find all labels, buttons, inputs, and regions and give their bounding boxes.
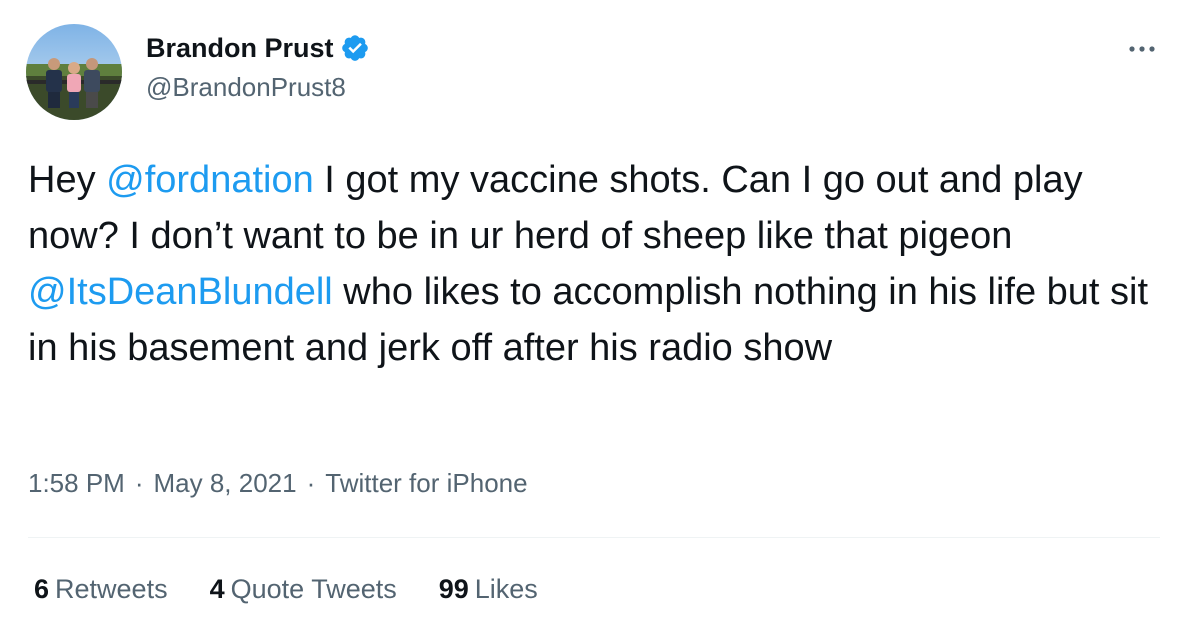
- engagement-stats: 6 Retweets 4 Quote Tweets 99 Likes: [34, 574, 580, 605]
- mention-link-fordnation[interactable]: @fordnation: [106, 159, 314, 201]
- quote-tweets-stat[interactable]: 4 Quote Tweets: [210, 574, 397, 605]
- meta-separator: ·: [134, 468, 144, 498]
- divider: [28, 537, 1160, 538]
- quote-tweets-count: 4: [209, 574, 225, 604]
- quote-tweets-label: Quote Tweets: [230, 574, 397, 604]
- likes-label: Likes: [474, 574, 538, 604]
- retweets-stat[interactable]: 6 Retweets: [34, 574, 168, 605]
- handle[interactable]: @BrandonPrust8: [146, 72, 370, 103]
- retweets-count: 6: [34, 574, 50, 604]
- mention-link-itsdeanblundell[interactable]: @ItsDeanBlundell: [28, 271, 333, 313]
- tweet-source[interactable]: Twitter for iPhone: [325, 468, 527, 499]
- more-options-icon[interactable]: [1122, 34, 1162, 64]
- likes-stat[interactable]: 99 Likes: [439, 574, 538, 605]
- tweet-meta: 1:58 PM · May 8, 2021 · Twitter for iPho…: [28, 468, 528, 499]
- verified-badge-icon: [340, 33, 370, 63]
- tweet-card: Brandon Prust @BrandonPrust8 Hey @fordna…: [0, 0, 1192, 642]
- tweet-date[interactable]: May 8, 2021: [154, 468, 297, 499]
- display-name[interactable]: Brandon Prust: [146, 33, 334, 64]
- tweet-text-segment: Hey: [28, 159, 107, 201]
- name-row: Brandon Prust: [146, 30, 370, 66]
- author-block: Brandon Prust @BrandonPrust8: [146, 30, 370, 103]
- avatar[interactable]: [26, 24, 122, 120]
- meta-separator: ·: [306, 468, 316, 498]
- likes-count: 99: [438, 574, 469, 604]
- retweets-label: Retweets: [55, 574, 168, 604]
- avatar-photo: [26, 24, 122, 120]
- tweet-text: Hey @fordnation I got my vaccine shots. …: [28, 152, 1168, 376]
- tweet-time[interactable]: 1:58 PM: [28, 468, 125, 499]
